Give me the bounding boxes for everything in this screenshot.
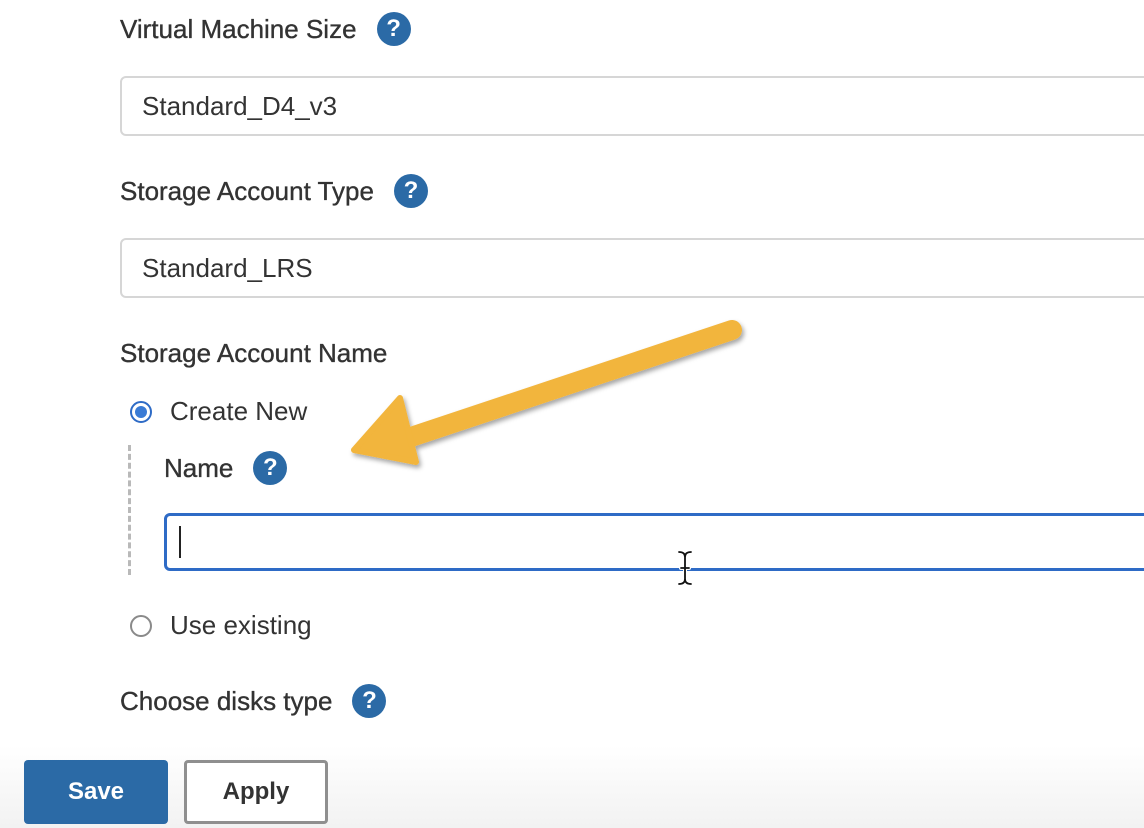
new-name-label: Name ? [164, 451, 288, 485]
radio-create-new-label: Create New [170, 396, 308, 426]
storage-type-label-text: Storage Account Type [120, 175, 374, 206]
button-bar [0, 745, 1144, 828]
text-cursor-icon [677, 550, 693, 586]
question-circle-icon[interactable]: ? [376, 12, 411, 46]
vm-size-value: Standard_D4_v3 [142, 90, 338, 121]
radio-use-existing-label: Use existing [170, 610, 312, 640]
nested-section-divider [128, 445, 131, 575]
vm-size-field[interactable]: Standard_D4_v3 [120, 76, 1144, 136]
storage-type-value: Standard_LRS [142, 252, 313, 283]
question-circle-icon[interactable]: ? [253, 451, 288, 485]
apply-button[interactable]: Apply [184, 760, 328, 824]
jenkins-config-form: Virtual Machine Size ? Standard_D4_v3 St… [0, 0, 1144, 828]
radio-use-existing-control[interactable] [130, 614, 152, 637]
radio-use-existing[interactable]: Use existing [130, 610, 312, 641]
annotation-arrow-icon [351, 320, 742, 465]
storage-type-label: Storage Account Type ? [120, 174, 428, 208]
disks-type-label-text: Choose disks type [120, 685, 333, 716]
save-button[interactable]: Save [24, 760, 168, 824]
question-circle-icon[interactable]: ? [393, 174, 428, 208]
text-caret [179, 526, 181, 558]
storage-type-field[interactable]: Standard_LRS [120, 238, 1144, 298]
vm-size-label-text: Virtual Machine Size [120, 13, 357, 44]
question-circle-icon[interactable]: ? [352, 684, 387, 718]
disks-type-label: Choose disks type ? [120, 684, 387, 718]
vm-size-label: Virtual Machine Size ? [120, 12, 411, 46]
new-storage-name-input[interactable] [164, 513, 1144, 571]
new-name-label-text: Name [164, 452, 234, 483]
radio-create-new-control[interactable] [130, 400, 152, 423]
radio-create-new[interactable]: Create New [130, 396, 307, 427]
